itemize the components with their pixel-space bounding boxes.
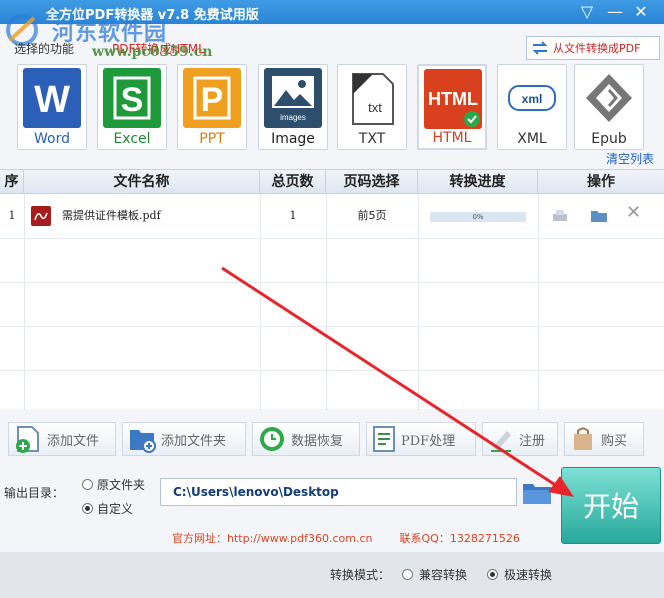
row-page-range[interactable]: 前5页 bbox=[326, 194, 418, 238]
fast-mode-label[interactable]: 极速转换 bbox=[504, 566, 552, 583]
image-icon-caption: images bbox=[280, 113, 306, 122]
format-label: PPT bbox=[199, 131, 225, 147]
epub-icon bbox=[580, 68, 638, 128]
remove-row-icon[interactable]: ✕ bbox=[626, 202, 641, 223]
custom-folder-label: 自定义 bbox=[97, 502, 134, 516]
compat-mode-label[interactable]: 兼容转换 bbox=[419, 566, 467, 583]
header-index: 序 bbox=[0, 170, 24, 194]
pdf-process-button[interactable]: PDF处理 bbox=[366, 422, 476, 456]
table-row[interactable]: 1 需提供证件模板.pdf 1 前5页 0% ✕ bbox=[0, 194, 664, 238]
header-page-range: 页码选择 bbox=[326, 170, 418, 194]
data-recovery-button[interactable]: 数据恢复 bbox=[252, 422, 360, 456]
custom-folder-option[interactable]: 自定义 bbox=[82, 500, 133, 517]
source-folder-radio[interactable] bbox=[82, 479, 93, 490]
pen-icon bbox=[491, 431, 511, 452]
contact-text: 联系QQ：1328271526 bbox=[399, 532, 520, 545]
clear-list-link[interactable]: 清空列表 bbox=[606, 150, 654, 167]
format-label: XML bbox=[517, 131, 547, 147]
format-html-button[interactable]: HTML HTML bbox=[417, 64, 487, 150]
xml-icon-caption: xml bbox=[522, 92, 543, 106]
format-label: HTML bbox=[432, 130, 472, 146]
row-progress-text: 0% bbox=[472, 213, 484, 221]
convert-mode-row: 转换模式： 兼容转换 极速转换 bbox=[330, 566, 552, 583]
image-icon: images bbox=[264, 68, 322, 128]
browse-folder-icon[interactable] bbox=[522, 481, 552, 505]
format-word-button[interactable]: W Word bbox=[17, 64, 87, 150]
format-ppt-button[interactable]: P PPT bbox=[177, 64, 247, 150]
format-label: Image bbox=[271, 131, 315, 147]
shopping-bag-icon bbox=[574, 427, 592, 450]
register-button[interactable]: 注册 bbox=[482, 422, 558, 456]
compat-mode-radio[interactable] bbox=[402, 569, 414, 580]
format-label: Excel bbox=[113, 131, 151, 147]
official-website: 官方网址：http://www.pdf360.com.cn 联系QQ：13282… bbox=[172, 530, 520, 546]
buy-button[interactable]: 购买 bbox=[564, 422, 644, 456]
mode-label: 转换模式： bbox=[330, 568, 391, 582]
row-pages: 1 bbox=[289, 209, 297, 222]
minimize-button[interactable]: — bbox=[602, 1, 628, 23]
menu-dropdown-icon[interactable]: ▽ bbox=[574, 1, 600, 23]
close-window-button[interactable]: ✕ bbox=[628, 1, 654, 23]
row-index: 1 bbox=[8, 209, 16, 222]
recovery-clock-icon bbox=[260, 427, 284, 451]
add-file-icon bbox=[16, 426, 39, 453]
format-xml-button[interactable]: xml XML bbox=[497, 64, 567, 150]
format-epub-button[interactable]: Epub bbox=[574, 64, 644, 150]
svg-text:S: S bbox=[121, 81, 144, 119]
source-folder-label: 原文件夹 bbox=[97, 478, 146, 492]
file-table: 序 文件名称 总页数 页码选择 转换进度 操作 1 需提供证件模板.pdf 1 … bbox=[0, 169, 664, 410]
txt-icon-caption: txt bbox=[368, 100, 382, 115]
website-text[interactable]: 官方网址：http://www.pdf360.com.cn bbox=[172, 532, 373, 545]
data-recovery-label: 数据恢复 bbox=[291, 433, 344, 449]
open-folder-icon[interactable] bbox=[590, 209, 608, 223]
reverse-convert-label: 从文件转换成PDF bbox=[553, 42, 641, 55]
format-txt-button[interactable]: txt TXT bbox=[337, 64, 407, 150]
fast-mode-radio[interactable] bbox=[487, 569, 499, 580]
header-pages: 总页数 bbox=[260, 170, 326, 194]
html-icon: HTML bbox=[424, 69, 482, 129]
svg-text:W: W bbox=[34, 79, 70, 121]
document-icon bbox=[373, 426, 395, 452]
row-progress-bar: 0% bbox=[430, 212, 526, 222]
format-label: Epub bbox=[591, 131, 627, 147]
output-path-input[interactable] bbox=[160, 478, 517, 506]
row-filename: 需提供证件模板.pdf bbox=[62, 209, 161, 222]
xml-icon: xml bbox=[503, 68, 561, 128]
header-filename: 文件名称 bbox=[24, 170, 260, 194]
pdf-file-icon bbox=[31, 206, 51, 226]
txt-icon: txt bbox=[343, 68, 401, 128]
custom-folder-radio[interactable] bbox=[82, 503, 93, 514]
format-label: TXT bbox=[358, 131, 386, 147]
register-label: 注册 bbox=[519, 433, 546, 449]
add-folder-icon bbox=[130, 430, 156, 453]
source-folder-option[interactable]: 原文件夹 bbox=[82, 476, 145, 493]
reverse-convert-button[interactable]: 从文件转换成PDF bbox=[526, 36, 660, 60]
html-icon-caption: HTML bbox=[428, 89, 478, 109]
format-image-button[interactable]: images Image bbox=[258, 64, 328, 150]
header-actions: 操作 bbox=[538, 170, 664, 194]
watermark-url: www.pc0359.cn bbox=[92, 44, 213, 60]
start-button[interactable]: 开始 bbox=[561, 467, 661, 544]
add-folder-button[interactable]: 添加文件夹 bbox=[122, 422, 246, 456]
excel-icon: S bbox=[103, 68, 161, 128]
add-file-button[interactable]: 添加文件 bbox=[8, 422, 116, 456]
format-excel-button[interactable]: S Excel bbox=[97, 64, 167, 150]
svg-text:P: P bbox=[201, 81, 224, 119]
pdf-process-label: PDF处理 bbox=[401, 433, 456, 449]
ppt-icon: P bbox=[183, 68, 241, 128]
swap-arrows-icon bbox=[532, 41, 548, 55]
header-progress: 转换进度 bbox=[418, 170, 538, 194]
word-icon: W bbox=[23, 68, 81, 128]
function-label: 选择的功能 bbox=[14, 42, 75, 56]
format-label: Word bbox=[34, 131, 70, 147]
add-folder-label: 添加文件夹 bbox=[161, 433, 227, 449]
print-icon[interactable] bbox=[552, 209, 568, 223]
output-dir-label: 输出目录： bbox=[4, 486, 65, 500]
add-file-label: 添加文件 bbox=[47, 433, 100, 449]
buy-label: 购买 bbox=[601, 433, 628, 449]
